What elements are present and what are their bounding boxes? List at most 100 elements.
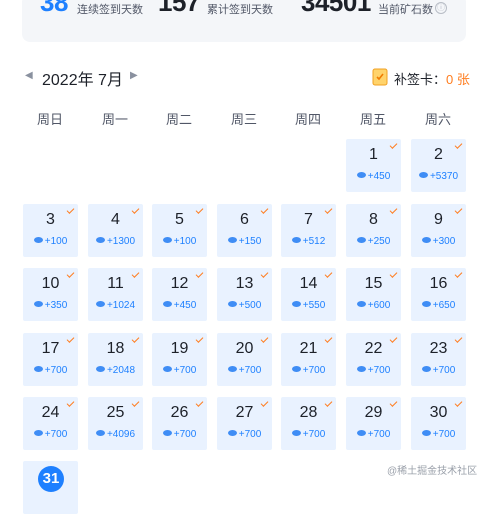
calendar-day-today[interactable]: 31 xyxy=(23,461,78,514)
day-number: 18 xyxy=(106,340,125,357)
calendar-day[interactable]: 26 +700 xyxy=(152,397,207,450)
reward-amount: +700 xyxy=(23,365,78,376)
day-number: 21 xyxy=(299,340,318,357)
day-number: 15 xyxy=(364,275,383,292)
reward-amount: +350 xyxy=(23,300,78,311)
reward-value: +300 xyxy=(432,236,456,247)
reward-value: +700 xyxy=(432,429,456,440)
weekday-sun: 周日 xyxy=(36,112,63,127)
calendar-day[interactable]: 7 +512 xyxy=(281,204,336,257)
info-icon[interactable]: ⓘ xyxy=(435,2,447,14)
calendar-day[interactable]: 28 +700 xyxy=(281,397,336,450)
weekday-thu: 周四 xyxy=(294,112,321,127)
ore-gem-icon xyxy=(227,430,237,436)
calendar-day[interactable]: 3 +100 xyxy=(23,204,78,257)
reward-value: +100 xyxy=(44,236,68,247)
calendar-day[interactable]: 15 +600 xyxy=(346,268,401,321)
day-number: 23 xyxy=(429,340,448,357)
reward-value: +700 xyxy=(367,365,391,376)
day-number: 13 xyxy=(235,275,254,292)
weekday-tue: 周二 xyxy=(165,112,192,127)
calendar-day[interactable]: 30 +700 xyxy=(411,397,466,450)
ore-gem-icon xyxy=(356,172,366,178)
ore-gem-icon xyxy=(421,301,431,307)
ore-gem-icon xyxy=(356,237,366,243)
calendar-day[interactable]: 11 +1024 xyxy=(88,268,143,321)
ore-gem-icon xyxy=(356,301,366,307)
ore-gem-icon xyxy=(95,430,105,436)
calendar-day[interactable]: 27 +700 xyxy=(217,397,272,450)
calendar-day[interactable]: 4 +1300 xyxy=(88,204,143,257)
day-number: 28 xyxy=(299,404,318,421)
calendar-day[interactable]: 16 +650 xyxy=(411,268,466,321)
reward-amount: +700 xyxy=(411,365,466,376)
calendar-day[interactable]: 8 +250 xyxy=(346,204,401,257)
reward-amount: +450 xyxy=(152,300,207,311)
reward-value: +700 xyxy=(432,365,456,376)
ore-gem-icon xyxy=(162,430,172,436)
calendar-day[interactable]: 9 +300 xyxy=(411,204,466,257)
ore-gem-icon xyxy=(95,301,105,307)
day-number: 29 xyxy=(364,404,383,421)
day-number: 22 xyxy=(364,340,383,357)
reward-amount: +1024 xyxy=(88,300,143,311)
ore-gem-icon xyxy=(356,430,366,436)
watermark: @稀土掘金技术社区 xyxy=(387,466,478,477)
reward-value: +700 xyxy=(238,365,262,376)
ore-gem-icon xyxy=(421,366,431,372)
reward-value: +700 xyxy=(44,365,68,376)
reward-amount: +500 xyxy=(217,300,272,311)
reward-amount: +100 xyxy=(152,236,207,247)
calendar-day[interactable]: 5 +100 xyxy=(152,204,207,257)
day-number: 7 xyxy=(304,211,313,228)
calendar-day[interactable]: 17 +700 xyxy=(23,333,78,386)
month-title: 2022年 7月 xyxy=(42,72,123,89)
reward-amount: +450 xyxy=(346,171,401,182)
ore-gem-icon xyxy=(95,366,105,372)
calendar-day[interactable]: 23 +700 xyxy=(411,333,466,386)
calendar-day[interactable]: 22 +700 xyxy=(346,333,401,386)
calendar-day[interactable]: 19 +700 xyxy=(152,333,207,386)
reward-value: +150 xyxy=(238,236,262,247)
calendar-day[interactable]: 10 +350 xyxy=(23,268,78,321)
calendar-day[interactable]: 13 +500 xyxy=(217,268,272,321)
day-number: 14 xyxy=(299,275,318,292)
day-number: 12 xyxy=(170,275,189,292)
calendar-day[interactable]: 14 +550 xyxy=(281,268,336,321)
ore-gem-icon xyxy=(33,237,43,243)
calendar-day[interactable]: 25 +4096 xyxy=(88,397,143,450)
next-month-icon[interactable]: ▶ xyxy=(130,70,138,81)
calendar-day[interactable]: 29 +700 xyxy=(346,397,401,450)
calendar-day[interactable]: 21 +700 xyxy=(281,333,336,386)
calendar-day[interactable]: 1 +450 xyxy=(346,139,401,192)
day-number: 2 xyxy=(434,146,443,163)
day-number: 25 xyxy=(106,404,125,421)
weekday-header: 周日 周一 周二 周三 周四 周五 周六 xyxy=(22,109,466,127)
reward-value: +600 xyxy=(367,300,391,311)
calendar-day[interactable]: 18 +2048 xyxy=(88,333,143,386)
calendar-day[interactable]: 12 +450 xyxy=(152,268,207,321)
prev-month-icon[interactable]: ◀ xyxy=(25,70,33,81)
ore-gem-icon xyxy=(162,366,172,372)
day-number: 5 xyxy=(175,211,184,228)
ore-gem-icon xyxy=(33,430,43,436)
reward-value: +350 xyxy=(44,300,68,311)
calendar-day[interactable]: 2 +5370 xyxy=(411,139,466,192)
ore-gem-icon xyxy=(356,366,366,372)
total-days-label: 累计签到天数 xyxy=(207,4,273,16)
makeup-card-count: 0 张 xyxy=(446,72,470,87)
reward-amount: +1300 xyxy=(88,236,143,247)
ore-gem-icon xyxy=(291,237,301,243)
ore-gem-icon xyxy=(162,237,172,243)
reward-amount: +700 xyxy=(346,365,401,376)
calendar-day[interactable]: 20 +700 xyxy=(217,333,272,386)
makeup-card-counter[interactable]: 补签卡：0 张 xyxy=(394,69,470,88)
makeup-card-label: 补签卡： xyxy=(394,72,447,87)
weekday-mon: 周一 xyxy=(101,112,128,127)
reward-amount: +100 xyxy=(23,236,78,247)
day-number: 20 xyxy=(235,340,254,357)
ore-gem-icon xyxy=(33,366,43,372)
ore-gem-icon xyxy=(421,237,431,243)
calendar-day[interactable]: 24 +700 xyxy=(23,397,78,450)
calendar-day[interactable]: 6 +150 xyxy=(217,204,272,257)
